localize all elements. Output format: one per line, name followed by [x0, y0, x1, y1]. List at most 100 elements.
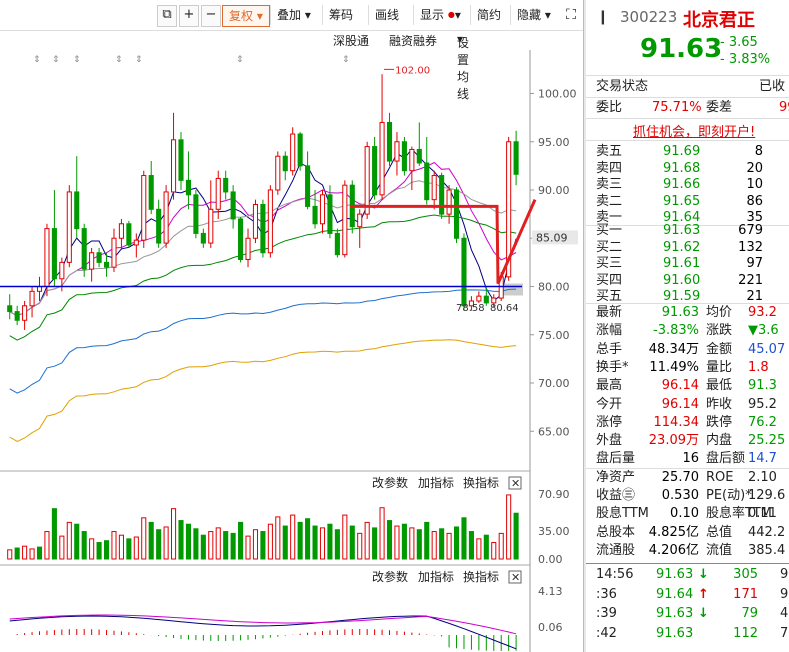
- fullscreen-icon[interactable]: ⛶: [562, 5, 580, 25]
- level-label: 买三: [596, 256, 623, 272]
- candle-down: [7, 305, 13, 313]
- volume-bar-down: [483, 534, 489, 560]
- tick-count: 9: [780, 567, 789, 582]
- tick-count: 9: [780, 586, 789, 602]
- ask-row: 卖三 91.66 10: [596, 176, 789, 194]
- volume-bar-up: [379, 507, 385, 560]
- volume-bar-down: [282, 525, 288, 560]
- zoom-in-icon[interactable]: +: [179, 5, 199, 27]
- stat-value: 2.10: [748, 469, 777, 485]
- volume-bar-up: [252, 529, 259, 560]
- volume-tick-label: 35.00: [538, 525, 570, 538]
- macd-panel-button-2[interactable]: 换指标: [463, 569, 499, 584]
- candle-up: [275, 155, 281, 191]
- display-button[interactable]: 显示 ●▾: [413, 5, 467, 25]
- ratio-value: 75.71%: [652, 100, 702, 115]
- volume-bar-up: [133, 536, 139, 560]
- candle-down: [334, 232, 340, 256]
- stat-value: 76.2: [748, 414, 777, 430]
- volume-bar-up: [290, 514, 296, 560]
- ma-settings-link[interactable]: 设置均线 ▾: [457, 32, 469, 101]
- level-price: 91.68: [663, 160, 701, 176]
- candle-down: [193, 194, 199, 234]
- stat-value: 93.2: [748, 305, 777, 320]
- candle-down: [185, 179, 191, 196]
- tick-row: :42 91.63 112 7: [596, 625, 789, 643]
- stat-row: 股息TTM 0.10 股息率TTM 0.11: [596, 505, 789, 523]
- volume-panel-button-1[interactable]: 加指标: [418, 475, 454, 490]
- layout-icon[interactable]: ⧉: [157, 5, 177, 27]
- low-price-label: 78.58: [456, 303, 485, 314]
- overlay-button[interactable]: 叠加 ▾: [270, 5, 317, 25]
- level-label: 买二: [596, 239, 623, 255]
- stat-value: 23.09万: [648, 433, 699, 449]
- chart-toolbar: ⧉ + − 复权 ▾ 叠加 ▾ 筹码 画线 显示 ●▾ 简约 隐藏 ▾ ⛶: [0, 0, 583, 31]
- candle-up: [319, 194, 326, 225]
- macd-panel-button-1[interactable]: 加指标: [418, 569, 454, 584]
- last-price: 91.63: [640, 34, 723, 64]
- simple-label: 简约: [477, 8, 502, 22]
- macd-panel-button-0[interactable]: 改参数: [372, 569, 408, 584]
- tick-direction-icon: ↑: [698, 586, 709, 602]
- stat-row: 总手 48.34万 金额 45.07: [596, 341, 789, 359]
- level-label: 买一: [596, 223, 623, 238]
- candle-up: [59, 261, 65, 280]
- tick-volume: 79: [741, 606, 758, 621]
- candle-down: [401, 141, 407, 172]
- stat-label: 流值: [706, 542, 733, 558]
- hide-button[interactable]: 隐藏 ▾: [510, 5, 557, 25]
- volume-bar-down: [439, 528, 445, 560]
- bid-row: 买四 91.60 221: [596, 272, 789, 290]
- tick-count: 7: [780, 625, 789, 641]
- volume-panel-button-0[interactable]: 改参数: [372, 475, 408, 490]
- promo-link[interactable]: 抓住机会，即刻开户!: [633, 121, 755, 140]
- candle-down: [126, 223, 132, 246]
- fuquan-button[interactable]: 复权 ▾: [222, 5, 270, 27]
- volume-bar-up: [491, 542, 497, 560]
- ratio-label: 委比: [596, 100, 623, 115]
- hk-connect-link[interactable]: 深股通: [333, 32, 369, 49]
- volume-bar-up: [59, 535, 65, 560]
- stat-value: 0.11: [748, 506, 777, 522]
- stat-value: 14.7: [748, 451, 777, 467]
- chart-subbar: 深股通 融资融券 设置均线 ▾: [0, 30, 583, 101]
- simple-button[interactable]: 简约: [470, 5, 507, 25]
- stat-label: 总手: [596, 341, 623, 357]
- volume-bar-up: [319, 527, 326, 560]
- volume-bar-up: [118, 534, 124, 560]
- candle-down: [327, 194, 333, 234]
- level-volume: 97: [746, 256, 763, 272]
- stat-label: 涨停: [596, 414, 623, 430]
- close-panel-glyph: ✕: [511, 477, 520, 490]
- stat-label: 均价: [706, 305, 733, 320]
- candle-down: [461, 237, 467, 307]
- tick-direction-icon: ↓: [698, 606, 709, 621]
- kline-chart[interactable]: 100.0095.0090.0085.0080.0075.0070.0065.0…: [0, 50, 583, 652]
- candle-up: [364, 146, 370, 215]
- level-volume: 8: [754, 144, 763, 159]
- candle-up: [245, 237, 251, 260]
- chips-button[interactable]: 筹码: [322, 5, 359, 25]
- stat-row: 收益㊂ 0.530 PE(动)* 129.6: [596, 487, 789, 505]
- volume-bar-up: [394, 525, 400, 560]
- stat-value: 96.14: [661, 378, 699, 394]
- price-tick-label: 80.00: [538, 281, 570, 294]
- stat-value: 45.07: [748, 341, 786, 357]
- draw-button[interactable]: 画线: [368, 5, 405, 25]
- current-price-label: 85.09: [536, 231, 568, 244]
- volume-bar-down: [468, 531, 474, 560]
- stat-value: 48.34万: [648, 341, 699, 357]
- tick-time: :39: [596, 606, 617, 621]
- collapse-icon[interactable]: ❙: [597, 9, 609, 25]
- volume-bar-up: [22, 545, 28, 560]
- volume-bar-down: [193, 528, 199, 560]
- margin-trading-link[interactable]: 融资融券: [389, 32, 437, 49]
- stat-row: 外盘 23.09万 内盘 25.25: [596, 432, 789, 450]
- candle-down: [483, 295, 489, 304]
- macd-tick-label: 4.13: [538, 585, 563, 598]
- zoom-out-icon[interactable]: −: [201, 5, 221, 27]
- volume-bar-down: [81, 531, 87, 560]
- volume-bar-down: [96, 542, 102, 560]
- stat-value: 91.3: [748, 378, 777, 394]
- volume-panel-button-2[interactable]: 换指标: [463, 475, 499, 490]
